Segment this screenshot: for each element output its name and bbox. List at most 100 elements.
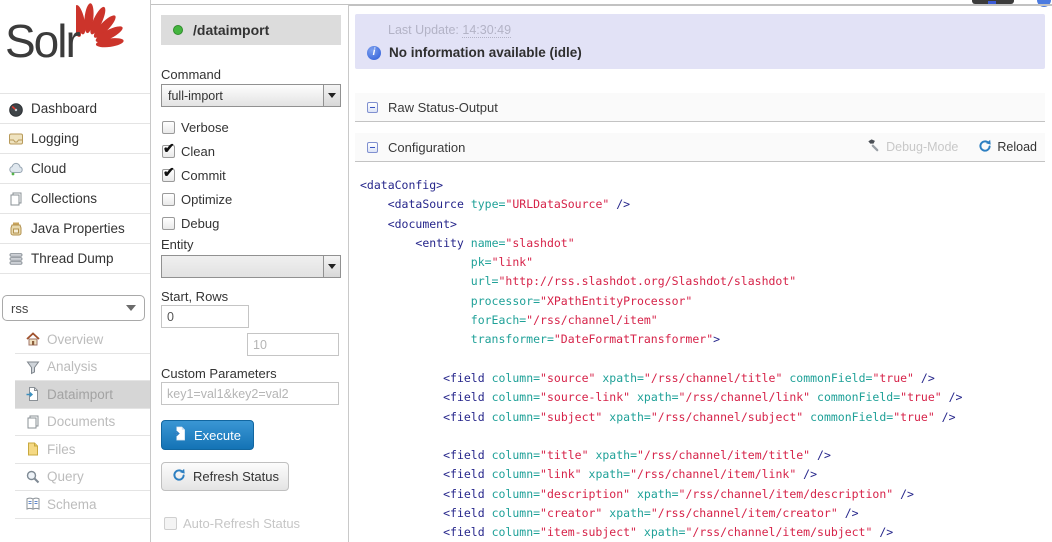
collections-icon — [8, 191, 24, 207]
dataimport-icon — [25, 386, 41, 402]
debug-mode-button[interactable]: Debug-Mode — [866, 138, 958, 156]
custom-parameters-input[interactable] — [161, 382, 339, 405]
sidebar-item-java-properties[interactable]: Java Properties — [0, 214, 150, 244]
execute-button[interactable]: Execute — [161, 420, 254, 450]
solr-logo[interactable]: Solr — [0, 0, 150, 90]
checkbox-verbose[interactable]: Verbose — [162, 117, 229, 137]
last-update-label: Last Update: — [388, 23, 459, 37]
start-input[interactable] — [161, 305, 249, 328]
core-item-query[interactable]: Query — [15, 464, 150, 492]
dataimport-form: /dataimport Command full-import Verbose … — [151, 5, 349, 542]
section-actions: Debug-Mode Reload — [866, 138, 1045, 156]
core-item-label: Schema — [47, 497, 97, 512]
core-menu: Overview Analysis Dataimport Documents F… — [15, 326, 150, 519]
checkbox-box[interactable] — [162, 145, 175, 158]
java-properties-icon — [8, 221, 24, 237]
query-icon — [25, 469, 41, 485]
logo-text: Solr — [5, 14, 79, 68]
debug-mode-label: Debug-Mode — [886, 140, 958, 154]
core-selector-value: rss — [11, 301, 28, 316]
sidebar: Solr Dashboard Logging Cloud Collections — [0, 0, 151, 542]
checkbox-label: Verbose — [181, 120, 229, 135]
sidebar-item-label: Thread Dump — [31, 251, 114, 266]
logging-icon — [8, 131, 24, 147]
dashboard-icon — [8, 101, 24, 117]
handler-name: /dataimport — [193, 22, 269, 38]
sidebar-item-label: Collections — [31, 191, 97, 206]
core-item-label: Files — [47, 442, 76, 457]
checkbox-optimize[interactable]: Optimize — [162, 189, 232, 209]
checkbox-label: Debug — [181, 216, 219, 231]
core-item-label: Query — [47, 469, 84, 484]
status-message-row: i No information available (idle) — [367, 45, 582, 60]
core-selector[interactable]: rss — [2, 295, 145, 321]
auto-refresh-checkbox[interactable]: Auto-Refresh Status — [164, 513, 300, 533]
section-title: Raw Status-Output — [388, 100, 498, 115]
info-icon: i — [367, 46, 381, 60]
hammer-icon — [866, 138, 881, 156]
last-update: Last Update: 14:30:49 — [388, 23, 511, 37]
handler-header: /dataimport — [161, 15, 341, 45]
solr-admin-app: Solr Dashboard Logging Cloud Collections — [0, 0, 1052, 542]
checkbox-box[interactable] — [162, 217, 175, 230]
dataimport-main: Last Update: 14:30:49 i No information a… — [355, 0, 1045, 542]
core-item-label: Overview — [47, 332, 103, 347]
refresh-icon — [172, 468, 186, 485]
core-item-label: Documents — [47, 414, 115, 429]
status-message: No information available (idle) — [389, 45, 582, 60]
checkbox-commit[interactable]: Commit — [162, 165, 226, 185]
last-update-time: 14:30:49 — [462, 23, 511, 38]
sidebar-item-collections[interactable]: Collections — [0, 184, 150, 214]
core-item-dataimport[interactable]: Dataimport — [15, 381, 150, 409]
checkbox-label: Clean — [181, 144, 215, 159]
cloud-icon — [8, 161, 24, 177]
auto-refresh-label: Auto-Refresh Status — [183, 516, 300, 531]
section-raw-status-output[interactable]: Raw Status-Output — [355, 93, 1045, 122]
start-rows-label: Start, Rows — [161, 289, 228, 304]
refresh-status-label: Refresh Status — [193, 469, 279, 484]
analysis-icon — [25, 359, 41, 375]
checkbox-label: Optimize — [181, 192, 232, 207]
checkbox-box[interactable] — [164, 517, 177, 530]
collapse-icon[interactable] — [367, 142, 378, 153]
sidebar-item-label: Java Properties — [31, 221, 125, 236]
sidebar-item-logging[interactable]: Logging — [0, 124, 150, 154]
main-menu: Dashboard Logging Cloud Collections Java… — [0, 93, 150, 274]
command-select[interactable]: full-import — [161, 84, 341, 107]
sidebar-item-label: Dashboard — [31, 101, 97, 116]
core-item-analysis[interactable]: Analysis — [15, 354, 150, 382]
reload-button[interactable]: Reload — [978, 139, 1037, 156]
reload-label: Reload — [997, 140, 1037, 154]
core-item-label: Dataimport — [47, 387, 113, 402]
entity-select[interactable] — [161, 255, 341, 278]
sidebar-item-dashboard[interactable]: Dashboard — [0, 94, 150, 124]
collapse-icon[interactable] — [367, 102, 378, 113]
section-title: Configuration — [388, 140, 465, 155]
entity-label: Entity — [161, 237, 194, 252]
core-item-schema[interactable]: Schema — [15, 491, 150, 519]
sidebar-item-label: Logging — [31, 131, 79, 146]
select-arrow-icon[interactable] — [323, 256, 340, 277]
sidebar-item-cloud[interactable]: Cloud — [0, 154, 150, 184]
checkbox-box[interactable] — [162, 193, 175, 206]
status-banner: Last Update: 14:30:49 i No information a… — [355, 14, 1045, 69]
checkbox-label: Commit — [181, 168, 226, 183]
core-item-documents[interactable]: Documents — [15, 409, 150, 437]
refresh-status-button[interactable]: Refresh Status — [161, 462, 289, 491]
core-item-files[interactable]: Files — [15, 436, 150, 464]
checkbox-debug[interactable]: Debug — [162, 213, 219, 233]
thread-dump-icon — [8, 251, 24, 267]
core-item-overview[interactable]: Overview — [15, 326, 150, 354]
command-label: Command — [161, 67, 221, 82]
sidebar-item-label: Cloud — [31, 161, 66, 176]
checkbox-box[interactable] — [162, 169, 175, 182]
checkbox-clean[interactable]: Clean — [162, 141, 215, 161]
section-configuration[interactable]: Configuration Debug-Mode Reload — [355, 133, 1045, 162]
core-item-label: Analysis — [47, 359, 97, 374]
select-arrow-icon[interactable] — [323, 85, 340, 106]
files-icon — [25, 441, 41, 457]
execute-icon — [172, 426, 187, 444]
checkbox-box[interactable] — [162, 121, 175, 134]
rows-input[interactable] — [247, 333, 339, 356]
sidebar-item-thread-dump[interactable]: Thread Dump — [0, 244, 150, 274]
